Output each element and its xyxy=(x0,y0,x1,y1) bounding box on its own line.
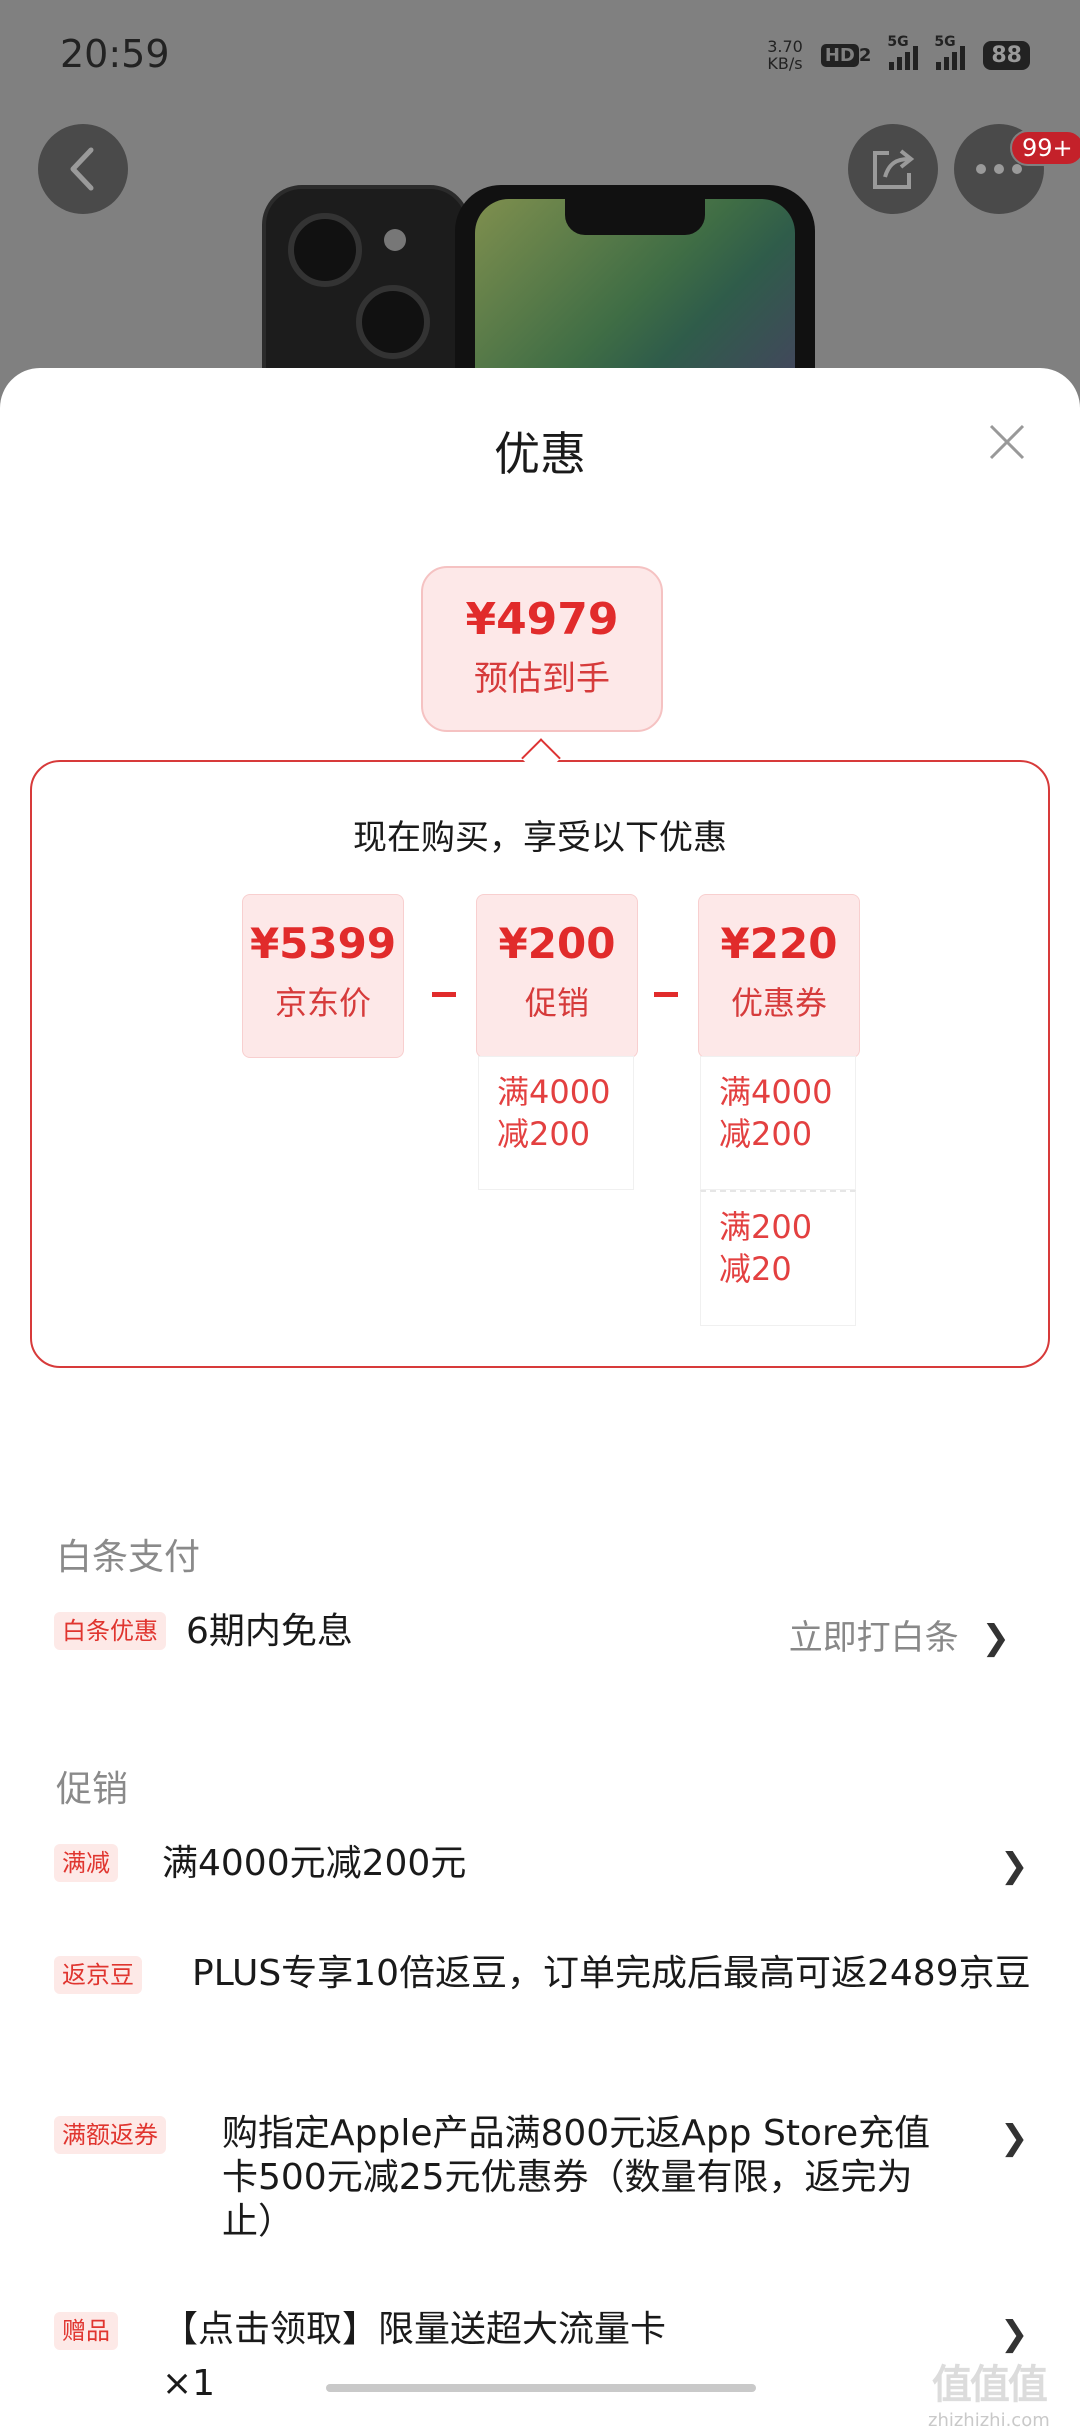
promotion-text: 满4000元减200元 xyxy=(162,1843,467,1884)
chevron-right-icon: ❯ xyxy=(981,1618,1011,1658)
price-breakdown-panel: 现在购买，享受以下优惠 ¥5399 京东价 ¥200 促销 满4000 减200… xyxy=(30,760,1050,1368)
breakdown-heading: 现在购买，享受以下优惠 xyxy=(353,818,727,858)
baitiao-link[interactable]: 立即打白条 ❯ xyxy=(789,1610,1010,1659)
signal-icon: 5G xyxy=(887,34,919,70)
baitiao-text: 6期内免息 xyxy=(186,1611,353,1652)
promotion-section-title: 促销 xyxy=(56,1769,129,1810)
close-icon[interactable] xyxy=(985,420,1029,464)
status-icons: 3.70 KB/s HD 2 5G 5G 88 xyxy=(767,34,1030,73)
status-time: 20:59 xyxy=(60,32,170,76)
estimated-price-label: 预估到手 xyxy=(474,659,610,699)
gift-row[interactable]: 赠品 【点击领取】限量送超大流量卡 ×1 ❯ xyxy=(0,2304,1080,2404)
coupon-condition: 满4000 减200 xyxy=(700,1056,856,1190)
coupon-box: ¥220 优惠券 xyxy=(698,894,860,1058)
notification-badge: 99+ xyxy=(1010,130,1080,166)
status-bar: 20:59 3.70 KB/s HD 2 5G 5G 88 xyxy=(0,0,1080,110)
promotion-condition: 满4000 减200 xyxy=(478,1056,634,1190)
watermark: 值值值 zhizhizhi.com xyxy=(928,2362,1050,2431)
sheet-title: 优惠 xyxy=(494,427,586,481)
chevron-left-icon xyxy=(70,147,94,191)
product-backdrop: 20:59 3.70 KB/s HD 2 5G 5G 88 99+ xyxy=(0,0,1080,420)
promotion-row[interactable]: 满额返券 购指定Apple产品满800元返App Store充值卡500元减25… xyxy=(0,2108,1080,2248)
chevron-right-icon: ❯ xyxy=(1000,2314,1029,2354)
discount-sheet: 优惠 ¥4979 预估到手 现在购买，享受以下优惠 ¥5399 京东价 ¥200… xyxy=(0,368,1080,2404)
promotion-tag: 满减 xyxy=(54,1844,118,1882)
back-button[interactable] xyxy=(38,124,128,214)
chevron-right-icon: ❯ xyxy=(1000,2118,1029,2158)
more-dots-icon xyxy=(976,164,1022,174)
share-button[interactable] xyxy=(848,124,938,214)
home-indicator[interactable] xyxy=(326,2384,756,2392)
promotion-tag: 赠品 xyxy=(54,2312,118,2350)
baitiao-section-title: 白条支付 xyxy=(56,1537,201,1578)
chevron-right-icon: ❯ xyxy=(1000,1846,1029,1886)
promotion-tag: 返京豆 xyxy=(54,1956,142,1994)
flash xyxy=(384,229,406,251)
baitiao-tag: 白条优惠 xyxy=(54,1612,166,1650)
estimated-price-box: ¥4979 预估到手 xyxy=(421,566,663,732)
estimated-price: ¥4979 xyxy=(465,594,619,645)
promotion-text: 购指定Apple产品满800元返App Store充值卡500元减25元优惠券（… xyxy=(222,2113,931,2242)
promotion-box: ¥200 促销 xyxy=(476,894,638,1058)
share-icon xyxy=(873,149,915,189)
battery-icon: 88 xyxy=(983,40,1030,70)
jd-price-box: ¥5399 京东价 xyxy=(242,894,404,1058)
net-speed: 3.70 KB/s xyxy=(767,37,803,73)
camera-lens xyxy=(356,285,430,359)
signal-icon-2: 5G xyxy=(934,34,966,70)
minus-sign xyxy=(654,992,678,997)
minus-sign xyxy=(432,992,456,997)
gift-quantity: ×1 xyxy=(162,2363,216,2404)
baitiao-row[interactable]: 白条优惠 6期内免息 立即打白条 ❯ xyxy=(0,1606,1080,1666)
promotion-row[interactable]: 满减 满4000元减200元 ❯ xyxy=(0,1838,1080,1898)
promotion-text: PLUS专享10倍返豆，订单完成后最高可返2489京豆 xyxy=(192,1953,1031,1994)
promotion-text: 【点击领取】限量送超大流量卡 xyxy=(162,2309,667,2350)
camera-lens xyxy=(288,213,362,287)
coupon-condition: 满200 减20 xyxy=(700,1190,856,1326)
hd-icon: HD 2 xyxy=(820,43,871,67)
promotion-tag: 满额返券 xyxy=(54,2116,166,2154)
promotion-row: 返京豆 PLUS专享10倍返豆，订单完成后最高可返2489京豆 xyxy=(0,1948,1080,2048)
